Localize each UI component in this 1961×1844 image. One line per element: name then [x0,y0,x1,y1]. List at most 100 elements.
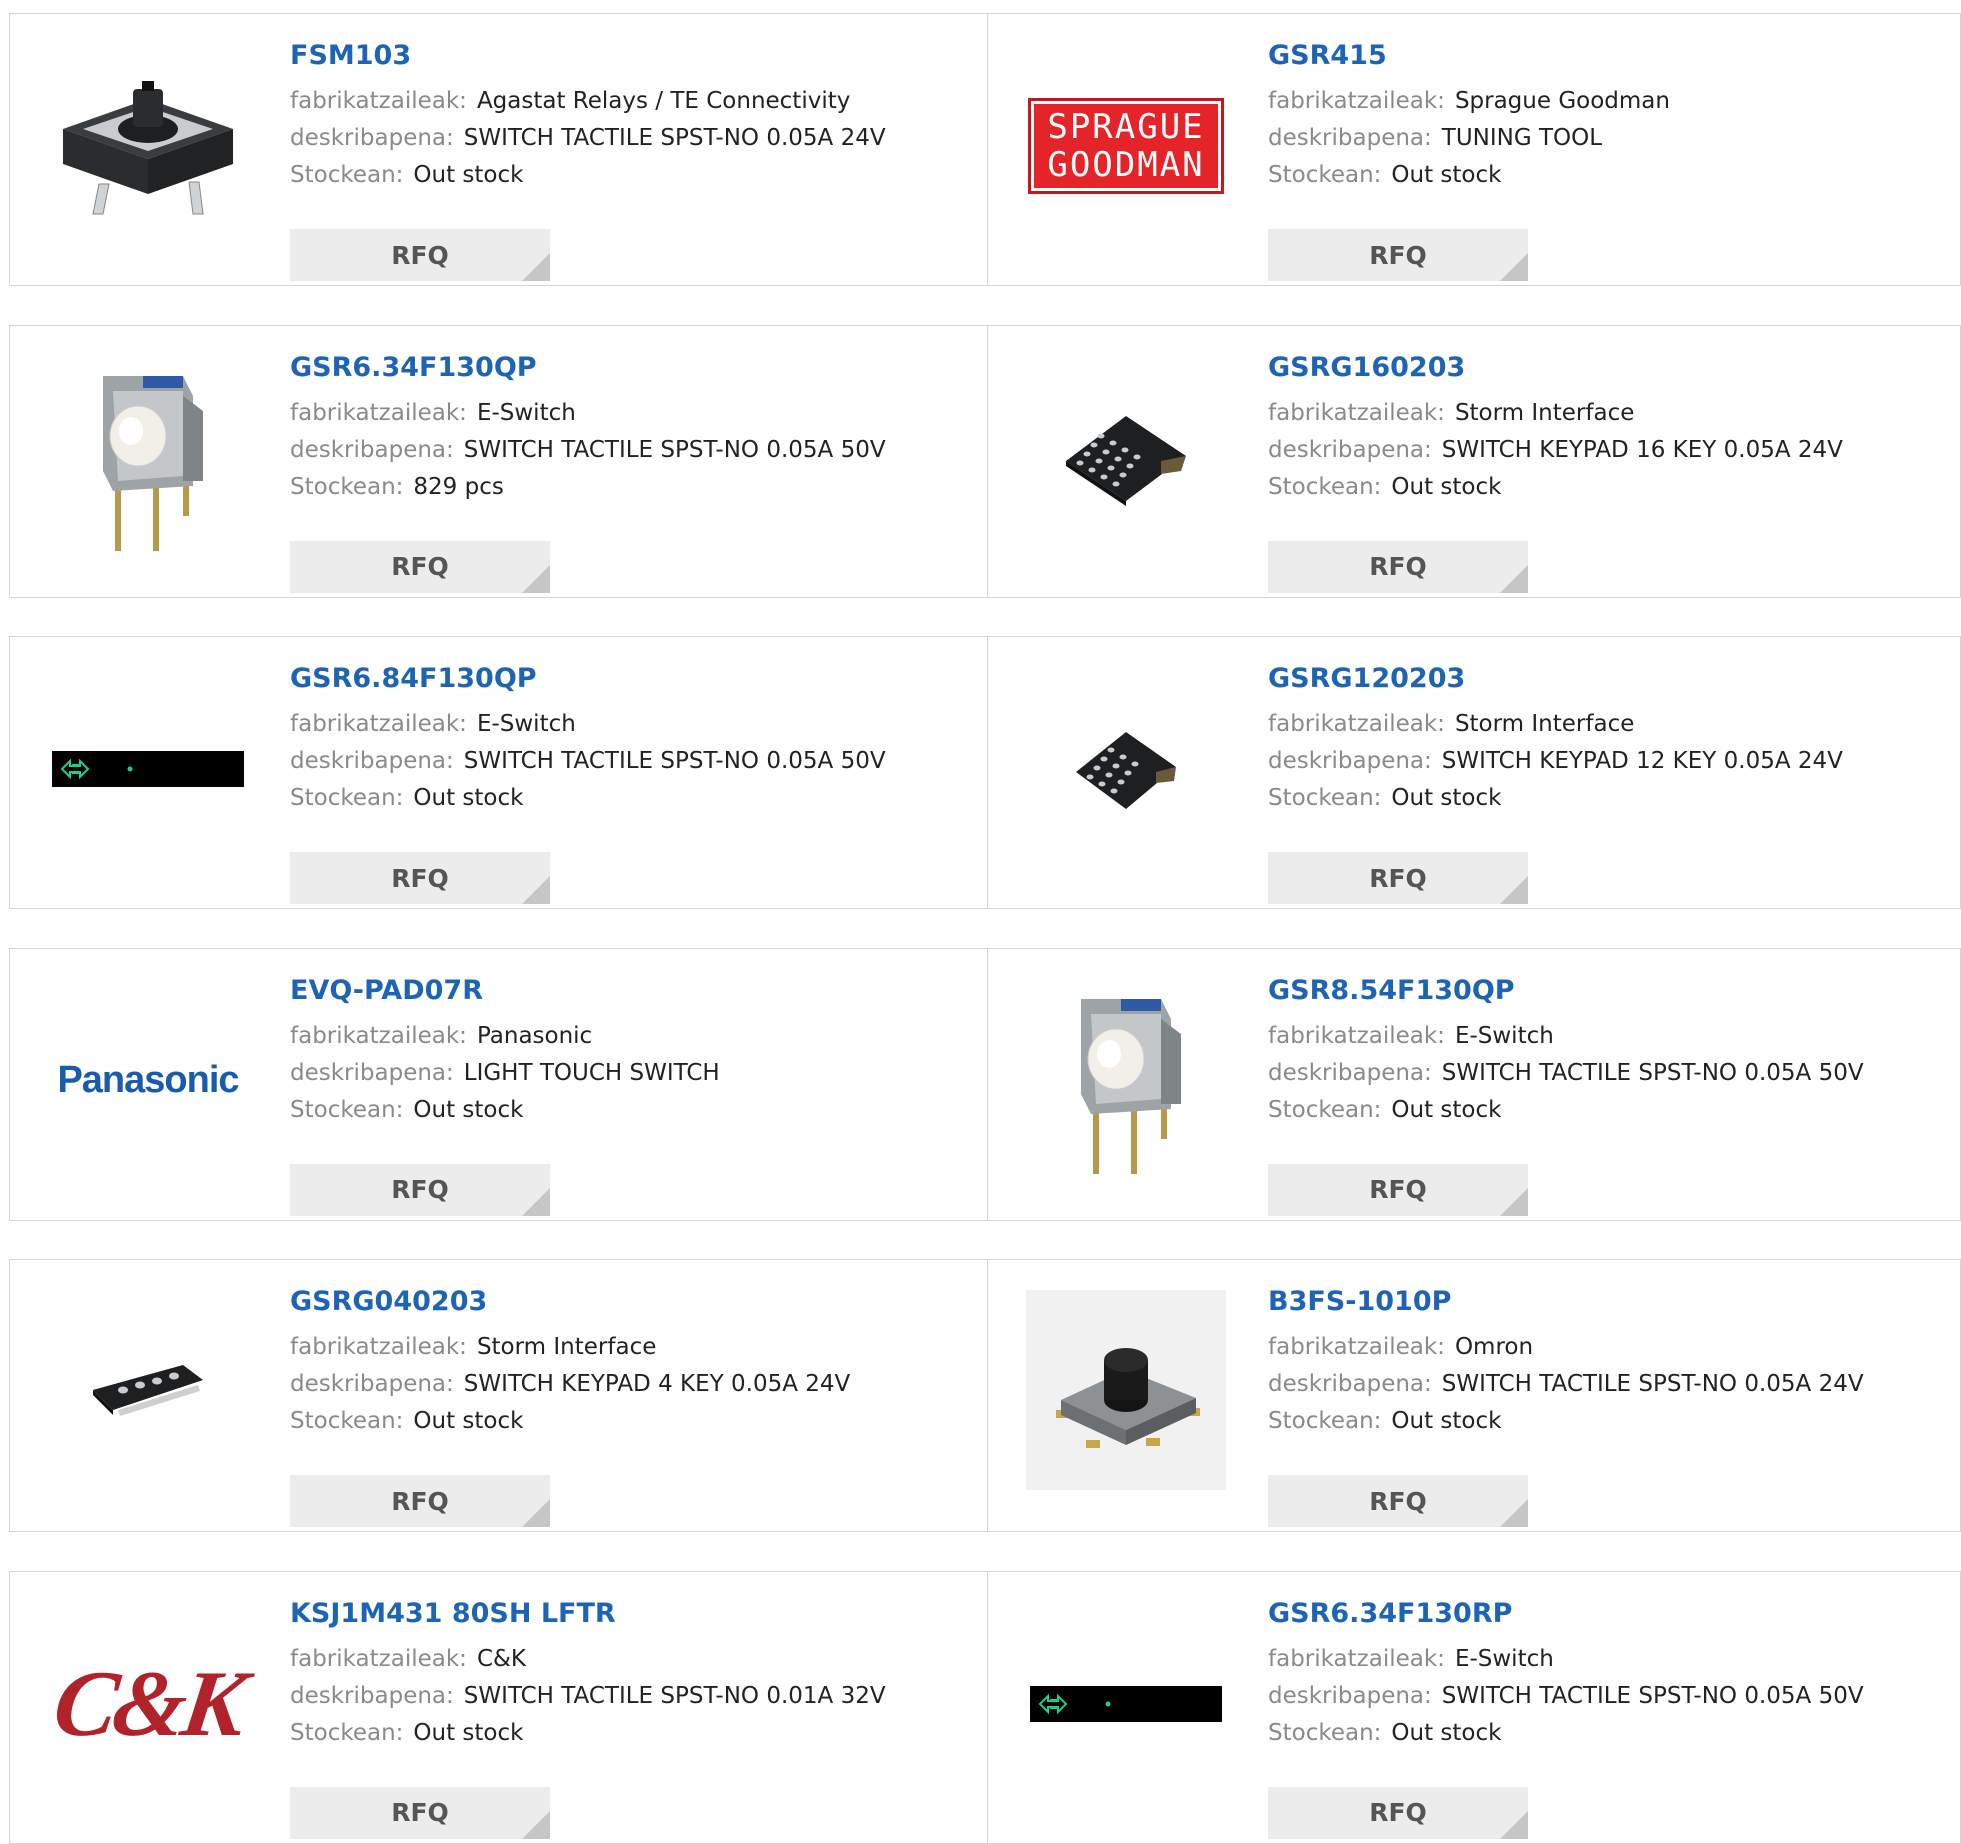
product-info: GSRG120203 fabrikatzaileak: Storm Interfac… [1268,665,1952,904]
rfq-button[interactable]: RFQ [290,540,550,593]
description-label: deskribapena: [1268,1682,1432,1709]
description-label: deskribapena: [290,1682,454,1709]
stock-row: Stockean: Out stock [1268,1715,1952,1752]
description-value: SWITCH KEYPAD 4 KEY 0.05A 24V [463,1371,851,1397]
logo-text: SPRAGUE [1047,107,1205,147]
stock-label: Stockean: [290,785,404,811]
stock-label: Stockean: [1268,473,1382,500]
rfq-button[interactable]: RFQ [1268,1786,1528,1839]
description-label: deskribapena: [1268,125,1432,151]
rfq-button[interactable]: RFQ [290,1786,550,1839]
manufacturer-label: fabrikatzaileak: [1268,399,1445,426]
stock-value: 829 pcs [413,473,504,500]
product-card: GSRG120203 fabrikatzaileak: Storm Interfac… [988,637,1961,908]
manufacturer-row: fabrikatzaileak: E-Switch [1268,1641,1952,1678]
rfq-button[interactable]: RFQ [1268,229,1528,281]
manufacturer-logo[interactable]: SPRAGUE GOODMAN [1026,46,1226,246]
stock-value: Out stock [413,162,524,188]
part-number-link[interactable]: GSR6.34F130RP [1268,1600,1952,1627]
manufacturer-label: fabrikatzaileak: [290,711,467,737]
description-value: LIGHT TOUCH SWITCH [463,1059,720,1086]
description-row: deskribapena: TUNING TOOL [1268,120,1952,157]
rfq-button[interactable]: RFQ [290,852,550,904]
manufacturer-row: fabrikatzaileak: Sprague Goodman [1268,83,1952,120]
stock-label: Stockean: [290,162,404,188]
part-number-link[interactable]: GSR6.34F130QP [290,354,977,381]
manufacturer-label: fabrikatzaileak: [1268,711,1445,737]
manufacturer-value: Omron [1454,1334,1534,1360]
product-image[interactable] [48,46,248,246]
sprague-goodman-logo: SPRAGUE GOODMAN [1028,98,1224,194]
stock-value: Out stock [1391,1719,1502,1746]
product-card: GSRG040203 fabrikatzaileak: Storm Interfac… [10,1260,988,1531]
stock-row: Stockean: Out stock [290,1715,977,1752]
stock-row: Stockean: Out stock [290,157,977,194]
product-image-placeholder[interactable] [48,669,248,869]
product-card: GSR6.34F130RP fabrikatzaileak: E-Switch des… [988,1572,1961,1843]
part-number-link[interactable]: GSRG120203 [1268,665,1952,692]
product-image[interactable] [1026,669,1226,869]
stock-label: Stockean: [1268,785,1382,811]
part-number-link[interactable]: GSR8.54F130QP [1268,977,1952,1004]
product-photo [1061,406,1191,510]
description-value: SWITCH TACTILE SPST-NO 0.05A 24V [1441,1371,1864,1397]
rfq-button[interactable]: RFQ [290,1475,550,1527]
part-number-link[interactable]: GSR415 [1268,42,1952,69]
rfq-button[interactable]: RFQ [290,1163,550,1216]
stock-row: Stockean: Out stock [1268,1403,1952,1440]
product-photo [1066,717,1186,821]
manufacturer-value: Storm Interface [1454,399,1635,426]
description-value: SWITCH TACTILE SPST-NO 0.05A 50V [463,436,886,463]
manufacturer-label: fabrikatzaileak: [1268,88,1445,114]
description-label: deskribapena: [290,1059,454,1086]
product-image-placeholder[interactable] [1026,1604,1226,1804]
manufacturer-value: Storm Interface [476,1334,657,1360]
description-value: SWITCH TACTILE SPST-NO 0.05A 50V [1441,1682,1864,1709]
product-image[interactable] [1026,981,1226,1181]
product-card: GSR6.34F130QP fabrikatzaileak: E-Switch des… [10,325,988,597]
product-photo [1026,1290,1226,1494]
stock-row: Stockean: 829 pcs [290,469,977,506]
rfq-button[interactable]: RFQ [1268,1163,1528,1216]
description-row: deskribapena: SWITCH TACTILE SPST-NO 0.05… [1268,1366,1952,1403]
product-card: GSRG160203 fabrikatzaileak: Storm Interfac… [988,326,1961,597]
product-card: GSR6.84F130QP fabrikatzaileak: E-Switch des… [10,637,988,908]
product-info: GSR6.34F130QP fabrikatzaileak: E-Switch des… [290,354,977,593]
part-number-link[interactable]: GSRG160203 [1268,354,1952,381]
description-label: deskribapena: [1268,436,1432,463]
description-value: SWITCH TACTILE SPST-NO 0.05A 24V [463,125,886,151]
stock-row: Stockean: Out stock [1268,780,1952,817]
description-value: SWITCH TACTILE SPST-NO 0.01A 32V [463,1682,886,1709]
stock-label: Stockean: [290,1719,404,1746]
product-image[interactable] [1026,358,1226,558]
manufacturer-row: fabrikatzaileak: Omron [1268,1329,1952,1366]
part-number-link[interactable]: B3FS-1010P [1268,1288,1952,1315]
product-image[interactable] [48,1292,248,1492]
rfq-button[interactable]: RFQ [1268,540,1528,593]
part-number-link[interactable]: FSM103 [290,42,977,69]
panasonic-logo: Panasonic [57,1059,239,1101]
part-number-link[interactable]: GSRG040203 [290,1288,977,1315]
manufacturer-value: E-Switch [1454,1022,1554,1049]
ck-logo: C&K [47,1651,249,1756]
rfq-button[interactable]: RFQ [1268,852,1528,904]
manufacturer-label: fabrikatzaileak: [1268,1022,1445,1049]
stock-value: Out stock [413,1096,524,1123]
manufacturer-logo[interactable]: Panasonic [48,981,248,1181]
stock-row: Stockean: Out stock [1268,1092,1952,1129]
product-image[interactable] [48,358,248,558]
manufacturer-value: Panasonic [476,1022,593,1049]
description-label: deskribapena: [290,125,454,151]
manufacturer-value: Storm Interface [1454,711,1635,737]
rfq-button[interactable]: RFQ [1268,1475,1528,1527]
manufacturer-logo[interactable]: C&K [47,1604,249,1804]
part-number-link[interactable]: GSR6.84F130QP [290,665,977,692]
part-number-link[interactable]: EVQ-PAD07R [290,977,977,1004]
product-photo [1051,979,1201,1183]
missing-image-strip [1030,1685,1222,1722]
product-image[interactable] [1026,1290,1226,1494]
manufacturer-row: fabrikatzaileak: E-Switch [290,395,977,432]
stock-value: Out stock [1391,1408,1502,1434]
part-number-link[interactable]: KSJ1M431 80SH LFTR [290,1600,977,1627]
rfq-button[interactable]: RFQ [290,229,550,281]
